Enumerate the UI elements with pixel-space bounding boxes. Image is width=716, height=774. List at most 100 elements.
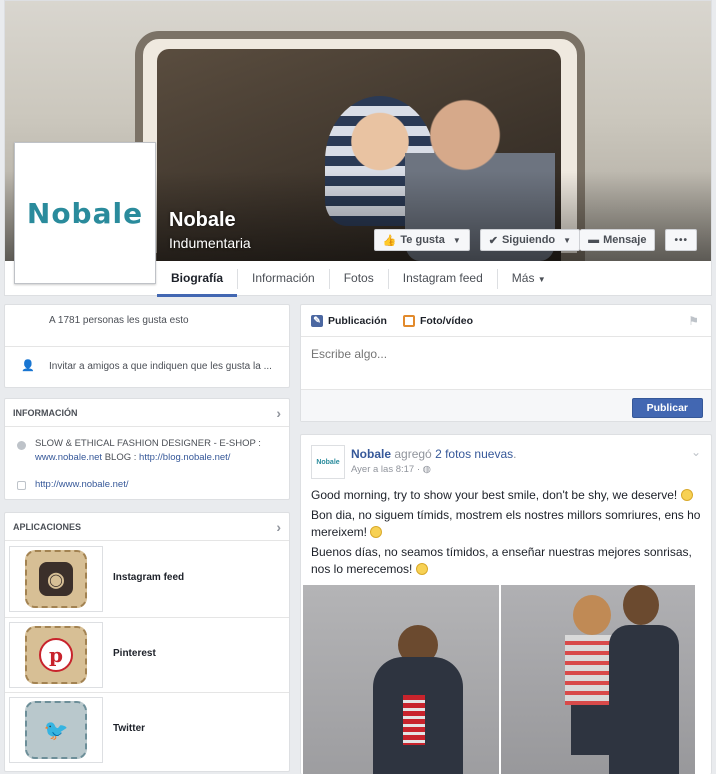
chevron-down-icon: ▼ — [563, 235, 572, 245]
tab-informacion[interactable]: Información — [238, 263, 329, 297]
composer-tab-post-label: Publicación — [328, 314, 387, 327]
invite-friends-icon: 👤 — [21, 360, 35, 372]
info-blog-link[interactable]: http://blog.nobale.net/ — [139, 452, 230, 463]
post-time-text: Ayer a las 8:17 · — [351, 464, 423, 475]
photo-figure-stripe — [403, 695, 425, 745]
app-item-pinterest[interactable]: p Pinterest — [5, 617, 289, 691]
twitter-icon: 🐦 — [43, 719, 69, 742]
photo-icon — [402, 314, 415, 327]
info-section-title: INFORMACIÓN — [13, 408, 78, 418]
smile-emoji-icon — [370, 526, 383, 538]
info-section-header[interactable]: INFORMACIÓN › — [5, 399, 289, 427]
app-tile: 🐦 — [25, 701, 87, 759]
post-action-text: agregó — [391, 447, 436, 461]
app-item-instagram[interactable]: ◉ Instagram feed — [5, 542, 289, 616]
post-text-line: Buenos días, no seamos tímidos, a enseña… — [311, 544, 707, 578]
nobale-logo: Nobale — [26, 196, 144, 230]
apps-section-title: APLICACIONES — [13, 522, 82, 532]
pencil-icon: ✎ — [311, 314, 323, 327]
composer-tabs: ✎ Publicación Foto/vídeo ⚑ — [301, 305, 711, 337]
composer-input[interactable] — [311, 347, 691, 361]
thumbs-up-icon: 👍 — [382, 234, 397, 247]
app-thumbnail: 🐦 — [9, 697, 103, 763]
info-card: INFORMACIÓN › SLOW & ETHICAL FASHION DES… — [4, 398, 290, 500]
app-label: Twitter — [113, 723, 146, 734]
likes-count[interactable]: A 1781 personas les gusta esto — [49, 315, 189, 326]
follow-message-group: ✔ Siguiendo ▼ ▬ Mensaje — [479, 229, 656, 251]
post-text-line: Bon dia, no siguem tímids, mostrem els n… — [311, 507, 707, 541]
app-item-twitter[interactable]: 🐦 Twitter — [5, 692, 289, 766]
likes-divider — [5, 346, 289, 347]
info-about-icon — [17, 441, 26, 450]
app-tile: ◉ — [25, 550, 87, 608]
app-thumbnail: ◉ — [9, 546, 103, 612]
page-tabs: Biografía Información Fotos Instagram fe… — [157, 263, 560, 297]
post-timestamp[interactable]: Ayer a las 8:17 · ◍ — [351, 464, 431, 475]
photo-figure-head — [623, 585, 659, 625]
more-options-label: ••• — [674, 234, 688, 246]
caret-down-icon: ▼ — [537, 275, 546, 284]
app-label: Instagram feed — [113, 572, 185, 583]
page-category[interactable]: Indumentaria — [169, 235, 251, 251]
likes-card: A 1781 personas les gusta esto 👤 Invitar… — [4, 304, 290, 388]
post-photos-link[interactable]: 2 fotos nuevas — [435, 447, 513, 461]
page-actions: 👍 Te gusta ▼ ✔ Siguiendo ▼ ▬ Mensaje ••• — [373, 229, 697, 251]
page-title[interactable]: Nobale — [169, 209, 236, 232]
chevron-down-icon: ▼ — [452, 235, 461, 245]
like-button-label: Te gusta — [400, 234, 445, 246]
message-icon: ▬ — [588, 234, 600, 246]
app-label: Pinterest — [113, 648, 156, 659]
invite-friends-link[interactable]: Invitar a amigos a que indiquen que les … — [49, 361, 272, 372]
like-button[interactable]: 👍 Te gusta ▼ — [373, 229, 470, 251]
tab-instagram-feed[interactable]: Instagram feed — [389, 263, 497, 297]
photo-figure-shorts — [571, 705, 611, 755]
message-button-label: Mensaje — [603, 234, 647, 246]
post-text-catalan: Bon dia, no siguem tímids, mostrem els n… — [311, 508, 701, 539]
app-thumbnail: p — [9, 622, 103, 688]
composer-tab-photo-label: Foto/vídeo — [419, 314, 474, 327]
smile-emoji-icon — [680, 489, 693, 501]
message-button[interactable]: ▬ Mensaje — [580, 229, 656, 251]
apps-section-header[interactable]: APLICACIONES › — [5, 513, 289, 541]
flag-icon[interactable]: ⚑ — [688, 314, 699, 328]
check-icon: ✔ — [488, 234, 498, 247]
composer-tab-post[interactable]: ✎ Publicación — [311, 314, 387, 327]
following-button-label: Siguiendo — [501, 234, 556, 246]
chevron-right-icon: › — [276, 519, 281, 535]
website-link[interactable]: http://www.nobale.net/ — [35, 479, 128, 490]
post-author-avatar[interactable]: Nobale — [311, 445, 345, 479]
apps-card: APLICACIONES › ◉ Instagram feed p Pinter… — [4, 512, 290, 772]
pinterest-icon: p — [39, 638, 73, 672]
info-description-mid: BLOG : — [102, 452, 140, 463]
timeline-post: Nobale Nobale agregó 2 fotos nuevas. Aye… — [300, 434, 712, 774]
info-description: SLOW & ETHICAL FASHION DESIGNER - E-SHOP… — [35, 437, 285, 465]
tab-fotos[interactable]: Fotos — [330, 263, 388, 297]
composer-tab-photo[interactable]: Foto/vídeo — [402, 314, 474, 327]
website-icon — [17, 481, 26, 490]
globe-icon: ◍ — [422, 464, 431, 475]
tab-mas-label: Más — [511, 271, 535, 285]
info-shop-link[interactable]: www.nobale.net — [35, 452, 102, 463]
smile-emoji-icon — [415, 563, 428, 575]
post-photo-1[interactable] — [303, 585, 499, 774]
photo-figure-head — [573, 595, 611, 635]
post-text-english: Good morning, try to show your best smil… — [311, 488, 678, 502]
following-button[interactable]: ✔ Siguiendo ▼ — [479, 229, 581, 251]
tab-biografia[interactable]: Biografía — [157, 263, 238, 297]
publish-button[interactable]: Publicar — [631, 398, 703, 418]
post-author-name[interactable]: Nobale — [351, 447, 391, 461]
instagram-icon: ◉ — [39, 562, 73, 596]
post-composer: ✎ Publicación Foto/vídeo ⚑ Publicar — [300, 304, 712, 422]
post-header: Nobale agregó 2 fotos nuevas. — [351, 447, 517, 461]
post-text-line: Good morning, try to show your best smil… — [311, 487, 707, 504]
facebook-page: Nobale Indumentaria 👍 Te gusta ▼ ✔ Sigui… — [0, 0, 716, 774]
info-website: http://www.nobale.net/ — [35, 478, 285, 492]
profile-picture[interactable]: Nobale — [14, 142, 156, 284]
tab-mas[interactable]: Más ▼ — [498, 263, 560, 297]
app-tile: p — [25, 626, 87, 684]
chevron-down-icon[interactable]: ⌄ — [691, 445, 701, 459]
chevron-right-icon: › — [276, 405, 281, 421]
composer-footer: Publicar — [301, 389, 711, 421]
post-photo-2[interactable] — [501, 585, 695, 774]
more-options-button[interactable]: ••• — [665, 229, 697, 251]
